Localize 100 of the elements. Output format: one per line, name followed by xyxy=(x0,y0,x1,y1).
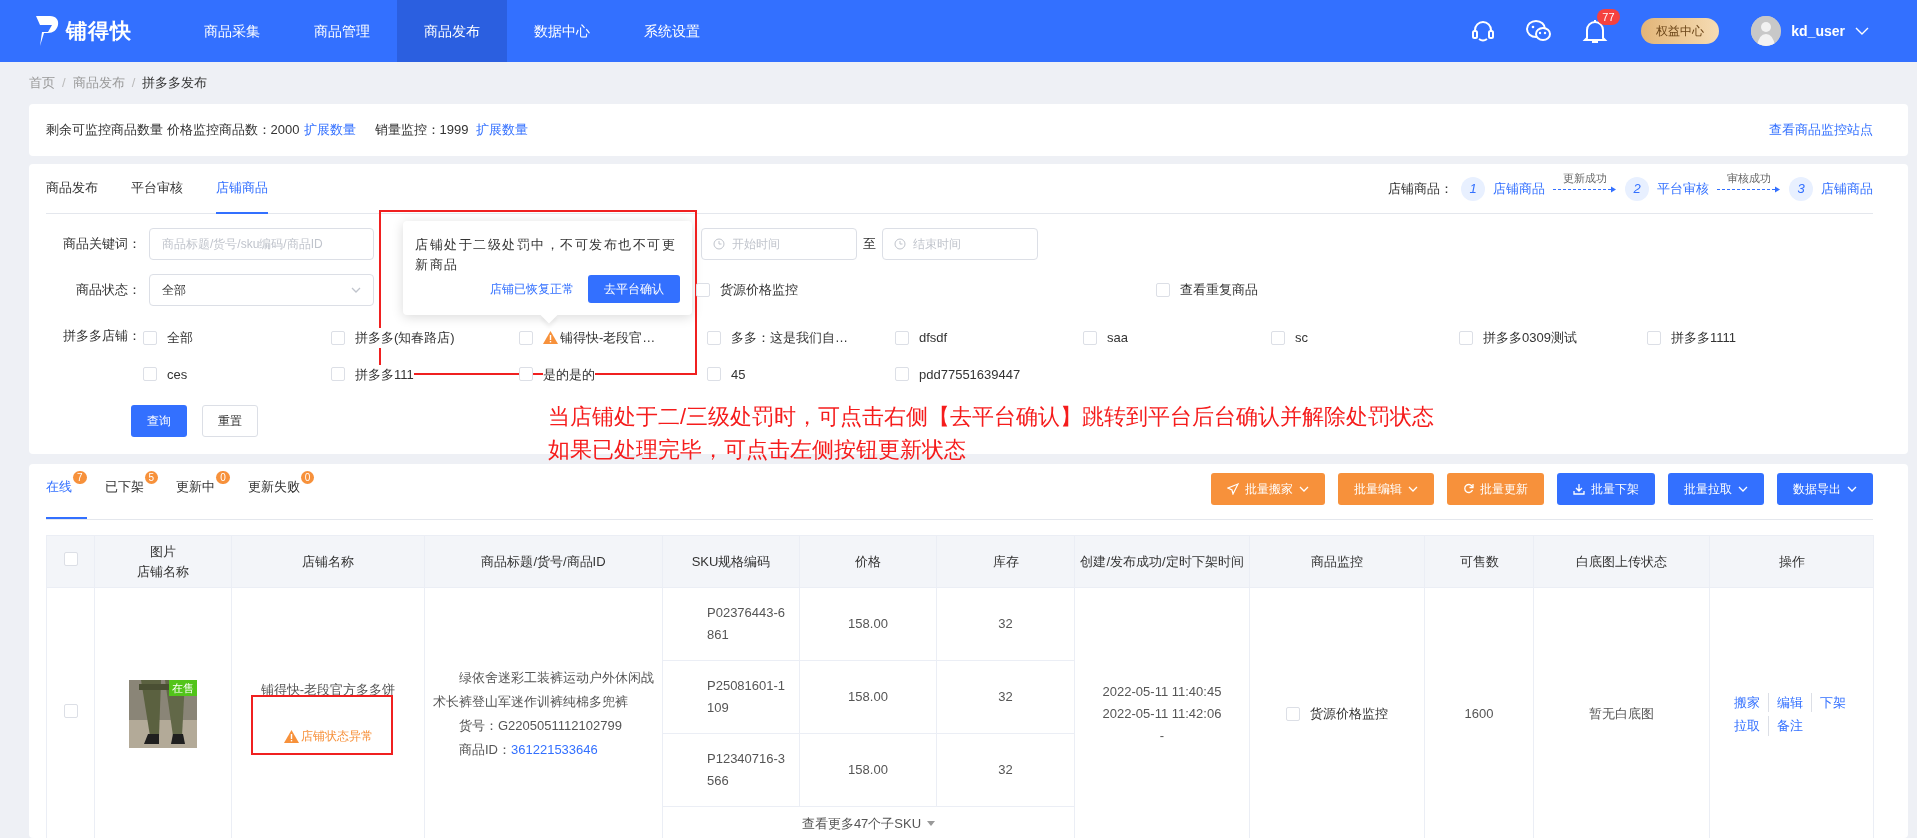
quota-text: 销量监控：1999 xyxy=(374,121,469,140)
download-icon xyxy=(1573,482,1585,495)
operation-link[interactable]: 备注 xyxy=(1767,716,1811,736)
quota-text: 剩余可监控商品数量 价格监控商品数：2000 xyxy=(46,121,300,140)
checkbox[interactable] xyxy=(143,367,157,382)
step-label: 平台审核 xyxy=(1657,179,1709,198)
breadcrumb-item[interactable]: 首页 xyxy=(29,73,55,93)
stock: 32 xyxy=(998,689,1013,705)
column-header: 可售数 xyxy=(1459,553,1499,569)
annotation-text: 当店铺处于二/三级处罚时，可点击右侧【去平台确认】跳转到平台后台确认并解除处罚状态 xyxy=(548,403,1435,431)
send-icon xyxy=(1227,482,1239,495)
checkbox[interactable] xyxy=(1647,330,1661,345)
tab[interactable]: 店铺商品 xyxy=(216,163,268,214)
tab[interactable]: 更新中 0 xyxy=(176,473,230,519)
row-checkbox[interactable] xyxy=(63,704,78,719)
operation-link[interactable]: 下架 xyxy=(1810,692,1854,712)
batch-button[interactable]: 批量拉取 xyxy=(1668,472,1764,505)
checkbox[interactable] xyxy=(1271,330,1285,345)
shop-name: 铺得快-老段官方多多饼 xyxy=(259,680,397,699)
end-date-field[interactable]: 结束时间 xyxy=(882,228,1038,260)
column-header: 商品标题/货号/商品ID xyxy=(481,553,606,569)
checkbox[interactable] xyxy=(1459,330,1473,345)
checkbox[interactable] xyxy=(331,330,345,345)
tab[interactable]: 在线 7 xyxy=(46,473,87,519)
price: 158.00 xyxy=(848,616,888,632)
breadcrumb-separator: / xyxy=(131,74,136,93)
tab[interactable]: 商品发布 xyxy=(46,163,98,214)
checkbox[interactable] xyxy=(1156,283,1170,297)
column-header: SKU规格编码 xyxy=(691,553,771,569)
checkbox[interactable] xyxy=(519,330,533,345)
nav-item[interactable]: 商品采集 xyxy=(177,0,287,62)
batch-button[interactable]: 批量更新 xyxy=(1447,472,1544,505)
step-arrow-label: 更新成功 xyxy=(1563,170,1607,186)
batch-button[interactable]: 数据导出 xyxy=(1777,472,1873,505)
column-header: 库存 xyxy=(992,553,1019,569)
breadcrumb-separator: / xyxy=(62,74,66,93)
expand-link[interactable]: 扩展数量 xyxy=(303,120,356,140)
operation-link[interactable]: 编辑 xyxy=(1767,692,1811,712)
status-select[interactable]: 全部 xyxy=(149,274,374,306)
query-button[interactable]: 查询 xyxy=(131,405,187,437)
warning-icon xyxy=(283,729,299,743)
steps-label: 店铺商品： xyxy=(1388,179,1453,198)
checkbox[interactable] xyxy=(331,367,345,382)
count-badge: 5 xyxy=(144,471,159,484)
operation-link[interactable]: 搬家 xyxy=(1725,692,1768,712)
price: 158.00 xyxy=(848,762,888,778)
chevron-down-icon xyxy=(1855,27,1869,35)
sku-code: P25081601-1109 xyxy=(707,678,786,715)
checkbox[interactable] xyxy=(707,330,721,345)
batch-button[interactable]: 批量搬家 xyxy=(1211,472,1325,505)
product-title: 绿依舍迷彩工装裤运动户外休闲战术长裤登山军迷作训裤纯棉多兜裤 xyxy=(433,669,654,711)
count-badge: 0 xyxy=(300,471,315,484)
restored-link[interactable]: 店铺已恢复正常 xyxy=(490,280,574,298)
headset-icon xyxy=(1470,18,1497,44)
item-number: 货号：G2205051112102799 xyxy=(458,717,623,735)
sellable-count: 1600 xyxy=(1464,706,1494,722)
checkbox-label: 拼多多(知春路店) xyxy=(355,328,455,348)
nav-item[interactable]: 系统设置 xyxy=(617,0,727,62)
sku-code: P02376443-6861 xyxy=(707,605,786,642)
checkbox[interactable] xyxy=(707,367,721,382)
field-label: 商品状态： xyxy=(75,281,141,300)
operation-link[interactable]: 拉取 xyxy=(1725,716,1768,736)
monitor-sites-link[interactable]: 查看商品监控站点 xyxy=(1769,120,1873,140)
range-separator: 至 xyxy=(863,235,876,254)
checkbox[interactable] xyxy=(519,367,533,382)
product-id-label: 商品ID： xyxy=(459,742,511,757)
product-id-link[interactable]: 361221533646 xyxy=(511,742,598,757)
nav-item[interactable]: 数据中心 xyxy=(507,0,617,62)
benefits-button[interactable]: 权益中心 xyxy=(1641,18,1720,44)
select-all-checkbox[interactable] xyxy=(63,551,78,566)
reset-button[interactable]: 重置 xyxy=(202,405,258,437)
logo-text: 铺得快 xyxy=(66,18,132,45)
column-header: 创建/发布成功/定时下架时间 xyxy=(1080,553,1244,569)
confirm-button[interactable]: 去平台确认 xyxy=(588,275,680,303)
step-arrow-label: 审核成功 xyxy=(1727,170,1771,186)
start-date-field[interactable]: 开始时间 xyxy=(701,228,857,260)
timestamp: 2022-05-11 11:42:06 xyxy=(1101,705,1223,723)
breadcrumb-item[interactable]: 商品发布 xyxy=(72,73,125,93)
tab[interactable]: 更新失败 0 xyxy=(247,473,315,519)
clock-icon xyxy=(894,238,906,250)
checkbox[interactable] xyxy=(895,367,909,382)
notification-badge: 77 xyxy=(1597,9,1620,25)
checkbox[interactable] xyxy=(143,330,157,345)
sku-code: P12340716-3566 xyxy=(707,751,786,788)
popover-message: 店铺处于二级处罚中，不可发布也不可更新商品 xyxy=(415,236,677,274)
checkbox[interactable] xyxy=(895,330,909,345)
tab[interactable]: 平台审核 xyxy=(131,163,183,214)
column-header: 店铺名称 xyxy=(136,562,190,581)
stock: 32 xyxy=(998,762,1013,778)
tab[interactable]: 已下架 5 xyxy=(104,473,159,519)
batch-button[interactable]: 批量编辑 xyxy=(1338,472,1434,505)
clock-icon xyxy=(713,238,725,250)
dashed-arrow-icon xyxy=(1553,186,1617,194)
nav-item[interactable]: 商品发布 xyxy=(397,0,507,62)
checkbox[interactable] xyxy=(1286,707,1300,721)
batch-button[interactable]: 批量下架 xyxy=(1557,472,1655,505)
checkbox[interactable] xyxy=(1083,330,1097,345)
expand-link[interactable]: 扩展数量 xyxy=(476,120,529,140)
nav-item[interactable]: 商品管理 xyxy=(287,0,397,62)
checkbox[interactable] xyxy=(696,283,710,297)
